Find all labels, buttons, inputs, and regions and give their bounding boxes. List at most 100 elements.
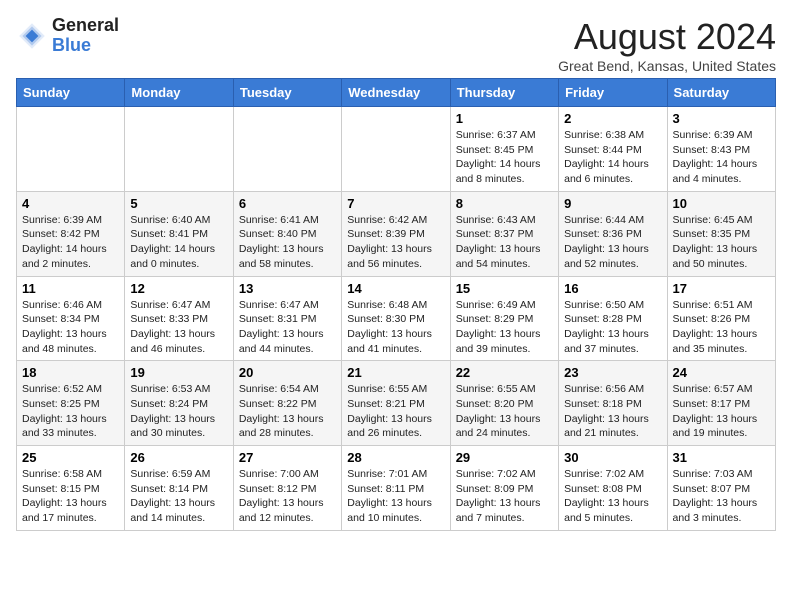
day-info: Sunrise: 6:47 AM Sunset: 8:31 PM Dayligh… (239, 298, 336, 357)
calendar-week-row: 1 Sunrise: 6:37 AM Sunset: 8:45 PM Daylig… (17, 107, 776, 192)
calendar-cell: 31 Sunrise: 7:03 AM Sunset: 8:07 PM Dayli… (667, 446, 775, 531)
calendar-cell (342, 107, 450, 192)
day-number: 27 (239, 450, 336, 465)
day-info: Sunrise: 7:02 AM Sunset: 8:08 PM Dayligh… (564, 467, 661, 526)
day-info: Sunrise: 6:46 AM Sunset: 8:34 PM Dayligh… (22, 298, 119, 357)
calendar-cell (233, 107, 341, 192)
day-number: 21 (347, 365, 444, 380)
calendar-cell (17, 107, 125, 192)
day-info: Sunrise: 6:56 AM Sunset: 8:18 PM Dayligh… (564, 382, 661, 441)
day-info: Sunrise: 6:39 AM Sunset: 8:43 PM Dayligh… (673, 128, 770, 187)
day-number: 23 (564, 365, 661, 380)
calendar-cell: 28Sunrise: 7:01 AM Sunset: 8:11 PM Dayli… (342, 446, 450, 531)
day-number: 16 (564, 281, 661, 296)
calendar-cell: 10Sunrise: 6:45 AM Sunset: 8:35 PM Dayli… (667, 191, 775, 276)
calendar-cell: 20Sunrise: 6:54 AM Sunset: 8:22 PM Dayli… (233, 361, 341, 446)
calendar-cell: 12Sunrise: 6:47 AM Sunset: 8:33 PM Dayli… (125, 276, 233, 361)
day-info: Sunrise: 7:02 AM Sunset: 8:09 PM Dayligh… (456, 467, 553, 526)
calendar-cell: 27 Sunrise: 7:00 AM Sunset: 8:12 PM Dayli… (233, 446, 341, 531)
calendar-cell: 19 Sunrise: 6:53 AM Sunset: 8:24 PM Dayli… (125, 361, 233, 446)
day-info: Sunrise: 6:55 AM Sunset: 8:20 PM Dayligh… (456, 382, 553, 441)
calendar-header-row: SundayMondayTuesdayWednesdayThursdayFrid… (17, 79, 776, 107)
day-info: Sunrise: 6:59 AM Sunset: 8:14 PM Dayligh… (130, 467, 227, 526)
day-number: 14 (347, 281, 444, 296)
day-info: Sunrise: 6:57 AM Sunset: 8:17 PM Dayligh… (673, 382, 770, 441)
day-of-week-header: Thursday (450, 79, 558, 107)
day-of-week-header: Sunday (17, 79, 125, 107)
calendar-cell: 24 Sunrise: 6:57 AM Sunset: 8:17 PM Dayli… (667, 361, 775, 446)
day-number: 20 (239, 365, 336, 380)
day-number: 26 (130, 450, 227, 465)
calendar-cell: 16Sunrise: 6:50 AM Sunset: 8:28 PM Dayli… (559, 276, 667, 361)
day-number: 15 (456, 281, 553, 296)
day-number: 30 (564, 450, 661, 465)
day-info: Sunrise: 6:58 AM Sunset: 8:15 PM Dayligh… (22, 467, 119, 526)
day-number: 13 (239, 281, 336, 296)
day-number: 29 (456, 450, 553, 465)
day-info: Sunrise: 6:48 AM Sunset: 8:30 PM Dayligh… (347, 298, 444, 357)
calendar-cell: 5 Sunrise: 6:40 AM Sunset: 8:41 PM Daylig… (125, 191, 233, 276)
day-info: Sunrise: 6:53 AM Sunset: 8:24 PM Dayligh… (130, 382, 227, 441)
day-of-week-header: Friday (559, 79, 667, 107)
calendar-cell: 29 Sunrise: 7:02 AM Sunset: 8:09 PM Dayli… (450, 446, 558, 531)
calendar-week-row: 25Sunrise: 6:58 AM Sunset: 8:15 PM Dayli… (17, 446, 776, 531)
location-subtitle: Great Bend, Kansas, United States (558, 58, 776, 74)
day-number: 18 (22, 365, 119, 380)
logo-text: General Blue (52, 16, 119, 56)
calendar-cell: 22 Sunrise: 6:55 AM Sunset: 8:20 PM Dayli… (450, 361, 558, 446)
day-number: 11 (22, 281, 119, 296)
day-info: Sunrise: 7:03 AM Sunset: 8:07 PM Dayligh… (673, 467, 770, 526)
day-number: 19 (130, 365, 227, 380)
day-number: 5 (130, 196, 227, 211)
calendar-cell: 18Sunrise: 6:52 AM Sunset: 8:25 PM Dayli… (17, 361, 125, 446)
month-title: August 2024 (558, 16, 776, 58)
title-block: August 2024 Great Bend, Kansas, United S… (558, 16, 776, 74)
day-number: 8 (456, 196, 553, 211)
day-number: 24 (673, 365, 770, 380)
day-number: 10 (673, 196, 770, 211)
calendar-cell: 11 Sunrise: 6:46 AM Sunset: 8:34 PM Dayli… (17, 276, 125, 361)
logo-icon (16, 20, 48, 52)
day-number: 17 (673, 281, 770, 296)
calendar-cell: 23 Sunrise: 6:56 AM Sunset: 8:18 PM Dayli… (559, 361, 667, 446)
calendar-cell: 14 Sunrise: 6:48 AM Sunset: 8:30 PM Dayli… (342, 276, 450, 361)
day-number: 9 (564, 196, 661, 211)
day-number: 22 (456, 365, 553, 380)
day-info: Sunrise: 6:49 AM Sunset: 8:29 PM Dayligh… (456, 298, 553, 357)
calendar-week-row: 4Sunrise: 6:39 AM Sunset: 8:42 PM Daylig… (17, 191, 776, 276)
day-number: 31 (673, 450, 770, 465)
day-info: Sunrise: 6:51 AM Sunset: 8:26 PM Dayligh… (673, 298, 770, 357)
day-info: Sunrise: 6:40 AM Sunset: 8:41 PM Dayligh… (130, 213, 227, 272)
day-info: Sunrise: 7:01 AM Sunset: 8:11 PM Dayligh… (347, 467, 444, 526)
day-info: Sunrise: 6:37 AM Sunset: 8:45 PM Dayligh… (456, 128, 553, 187)
day-info: Sunrise: 6:43 AM Sunset: 8:37 PM Dayligh… (456, 213, 553, 272)
page-header: General Blue August 2024 Great Bend, Kan… (16, 16, 776, 74)
calendar-cell: 2Sunrise: 6:38 AM Sunset: 8:44 PM Daylig… (559, 107, 667, 192)
calendar-cell: 30 Sunrise: 7:02 AM Sunset: 8:08 PM Dayli… (559, 446, 667, 531)
calendar-cell: 15 Sunrise: 6:49 AM Sunset: 8:29 PM Dayli… (450, 276, 558, 361)
calendar-cell: 13 Sunrise: 6:47 AM Sunset: 8:31 PM Dayli… (233, 276, 341, 361)
day-number: 2 (564, 111, 661, 126)
calendar-cell: 1 Sunrise: 6:37 AM Sunset: 8:45 PM Daylig… (450, 107, 558, 192)
calendar-cell: 26 Sunrise: 6:59 AM Sunset: 8:14 PM Dayli… (125, 446, 233, 531)
day-number: 12 (130, 281, 227, 296)
day-number: 6 (239, 196, 336, 211)
calendar-cell: 7Sunrise: 6:42 AM Sunset: 8:39 PM Daylig… (342, 191, 450, 276)
calendar-week-row: 18Sunrise: 6:52 AM Sunset: 8:25 PM Dayli… (17, 361, 776, 446)
day-info: Sunrise: 7:00 AM Sunset: 8:12 PM Dayligh… (239, 467, 336, 526)
calendar-cell (125, 107, 233, 192)
day-info: Sunrise: 6:42 AM Sunset: 8:39 PM Dayligh… (347, 213, 444, 272)
calendar-cell: 8 Sunrise: 6:43 AM Sunset: 8:37 PM Daylig… (450, 191, 558, 276)
day-info: Sunrise: 6:44 AM Sunset: 8:36 PM Dayligh… (564, 213, 661, 272)
calendar-table: SundayMondayTuesdayWednesdayThursdayFrid… (16, 78, 776, 531)
day-of-week-header: Tuesday (233, 79, 341, 107)
day-of-week-header: Saturday (667, 79, 775, 107)
day-number: 1 (456, 111, 553, 126)
day-of-week-header: Wednesday (342, 79, 450, 107)
logo: General Blue (16, 16, 119, 56)
calendar-cell: 25Sunrise: 6:58 AM Sunset: 8:15 PM Dayli… (17, 446, 125, 531)
calendar-cell: 17 Sunrise: 6:51 AM Sunset: 8:26 PM Dayli… (667, 276, 775, 361)
day-info: Sunrise: 6:39 AM Sunset: 8:42 PM Dayligh… (22, 213, 119, 272)
calendar-cell: 6Sunrise: 6:41 AM Sunset: 8:40 PM Daylig… (233, 191, 341, 276)
calendar-cell: 4Sunrise: 6:39 AM Sunset: 8:42 PM Daylig… (17, 191, 125, 276)
